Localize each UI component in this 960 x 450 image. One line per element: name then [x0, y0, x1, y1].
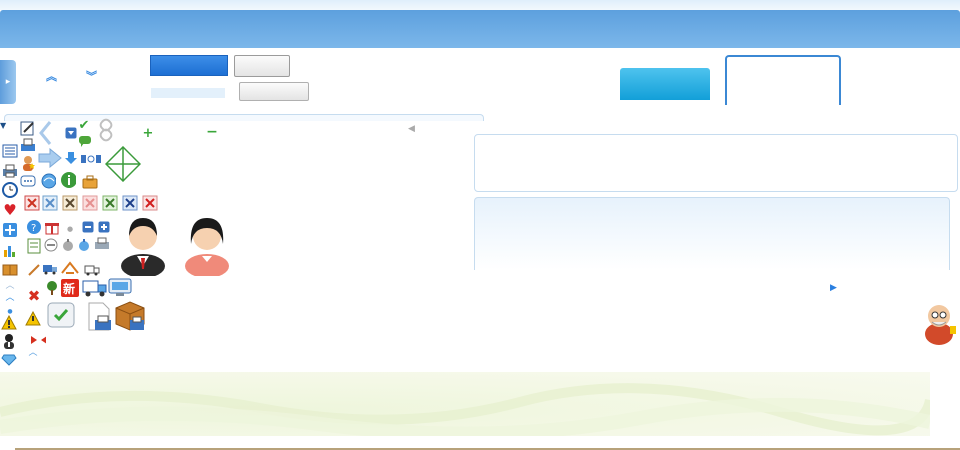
- expand-down-icon[interactable]: ︾: [86, 68, 97, 84]
- gift-icon[interactable]: [44, 219, 60, 235]
- caret-right-icon[interactable]: ▶: [830, 283, 837, 293]
- box-icon[interactable]: [2, 261, 18, 277]
- checkmark-icon[interactable]: ✔: [76, 117, 92, 133]
- truck-small-icon[interactable]: [42, 261, 58, 277]
- edit-pen-icon[interactable]: [26, 262, 42, 278]
- secondary-button-2[interactable]: [239, 82, 309, 101]
- plus-box-icon[interactable]: [96, 219, 112, 235]
- printer-color-icon[interactable]: [20, 137, 36, 153]
- delete-x-icon[interactable]: [24, 195, 40, 211]
- info-icon[interactable]: [60, 172, 76, 188]
- monitor-icon[interactable]: [108, 278, 132, 298]
- caret-left-icon[interactable]: ◀: [408, 124, 415, 134]
- secondary-button[interactable]: [234, 55, 290, 77]
- chevron-up-small-icon[interactable]: ︿: [25, 345, 41, 361]
- dots-chain-icon[interactable]: [80, 151, 102, 167]
- wrench-tools-icon[interactable]: [60, 260, 80, 276]
- arrow-down-blue-icon[interactable]: [63, 150, 79, 166]
- diamond-icon: [1, 352, 17, 368]
- bag-icon[interactable]: [82, 174, 98, 190]
- chevron-right-icon: ▸: [5, 77, 11, 87]
- primary-button[interactable]: [150, 55, 228, 76]
- delete-tan-icon[interactable]: [62, 195, 78, 211]
- remove-icon[interactable]: −: [204, 124, 220, 140]
- chat-bubble-icon[interactable]: [20, 174, 36, 190]
- spreadsheet-icon[interactable]: [26, 238, 42, 254]
- delete-navy-icon[interactable]: [122, 195, 138, 211]
- bomb-gray-icon[interactable]: [60, 237, 76, 253]
- warning-icon: [1, 314, 17, 330]
- delivery-truck-icon[interactable]: [82, 278, 108, 298]
- block-icon[interactable]: [43, 237, 59, 253]
- help-icon[interactable]: ?: [26, 219, 42, 235]
- pencil-icon[interactable]: [20, 120, 36, 136]
- delete-pink-icon[interactable]: [82, 195, 98, 211]
- package-print-icon[interactable]: [114, 300, 146, 332]
- arrow-left-large-icon[interactable]: [38, 120, 52, 146]
- caret-down-icon[interactable]: ▼: [0, 121, 6, 130]
- dot-gray-icon: ●: [66, 224, 74, 233]
- bottom-banner: [0, 372, 930, 436]
- clock-icon[interactable]: [2, 182, 18, 198]
- delete-blue-icon[interactable]: [42, 195, 58, 211]
- plus-blue-icon[interactable]: [2, 222, 18, 238]
- confirm-check-button[interactable]: [47, 302, 75, 328]
- tree-icon[interactable]: [44, 280, 60, 296]
- light-button[interactable]: [151, 88, 225, 98]
- link-chain-icon[interactable]: [98, 118, 114, 142]
- bomb-blue-icon[interactable]: [76, 237, 92, 253]
- expand-up-icon[interactable]: ︽: [46, 68, 57, 84]
- mascot-character: [920, 300, 958, 346]
- right-content-panel: [474, 134, 958, 192]
- svg-text:?: ?: [31, 223, 36, 234]
- globe-arrow-icon[interactable]: [40, 173, 56, 189]
- tab-inactive[interactable]: [725, 55, 841, 105]
- male-user-avatar: [120, 214, 166, 278]
- truck-outline-icon[interactable]: [84, 262, 100, 278]
- printer-gray-icon[interactable]: [94, 236, 110, 252]
- person-icon: [1, 333, 17, 349]
- new-badge-icon: 新: [61, 279, 79, 297]
- top-gradient-strip: [0, 0, 960, 10]
- list-icon[interactable]: [2, 143, 18, 159]
- right-gradient-panel: [474, 197, 950, 270]
- svg-text:新: 新: [63, 281, 75, 296]
- delete-green-icon[interactable]: [102, 195, 118, 211]
- female-user-avatar: [184, 214, 230, 278]
- heart-icon[interactable]: ♥: [2, 202, 18, 218]
- chart-icon[interactable]: [2, 242, 18, 258]
- user-star-icon[interactable]: [20, 155, 36, 171]
- close-icon[interactable]: ✖: [26, 288, 42, 304]
- minus-box-icon[interactable]: [80, 219, 96, 235]
- document-print-icon[interactable]: [85, 302, 113, 332]
- envelope-diamond-icon[interactable]: [105, 146, 141, 182]
- delete-red-icon[interactable]: [142, 195, 158, 211]
- comment-green-icon[interactable]: [77, 134, 93, 150]
- sidebar-collapse-tab[interactable]: ▸: [0, 60, 16, 104]
- warning-icon-2: [25, 310, 41, 326]
- printer-icon[interactable]: [2, 163, 18, 179]
- arrow-right-large-icon[interactable]: [38, 148, 62, 168]
- add-icon[interactable]: +: [140, 125, 156, 141]
- tab-active[interactable]: [620, 68, 710, 100]
- header-bar: [0, 10, 960, 48]
